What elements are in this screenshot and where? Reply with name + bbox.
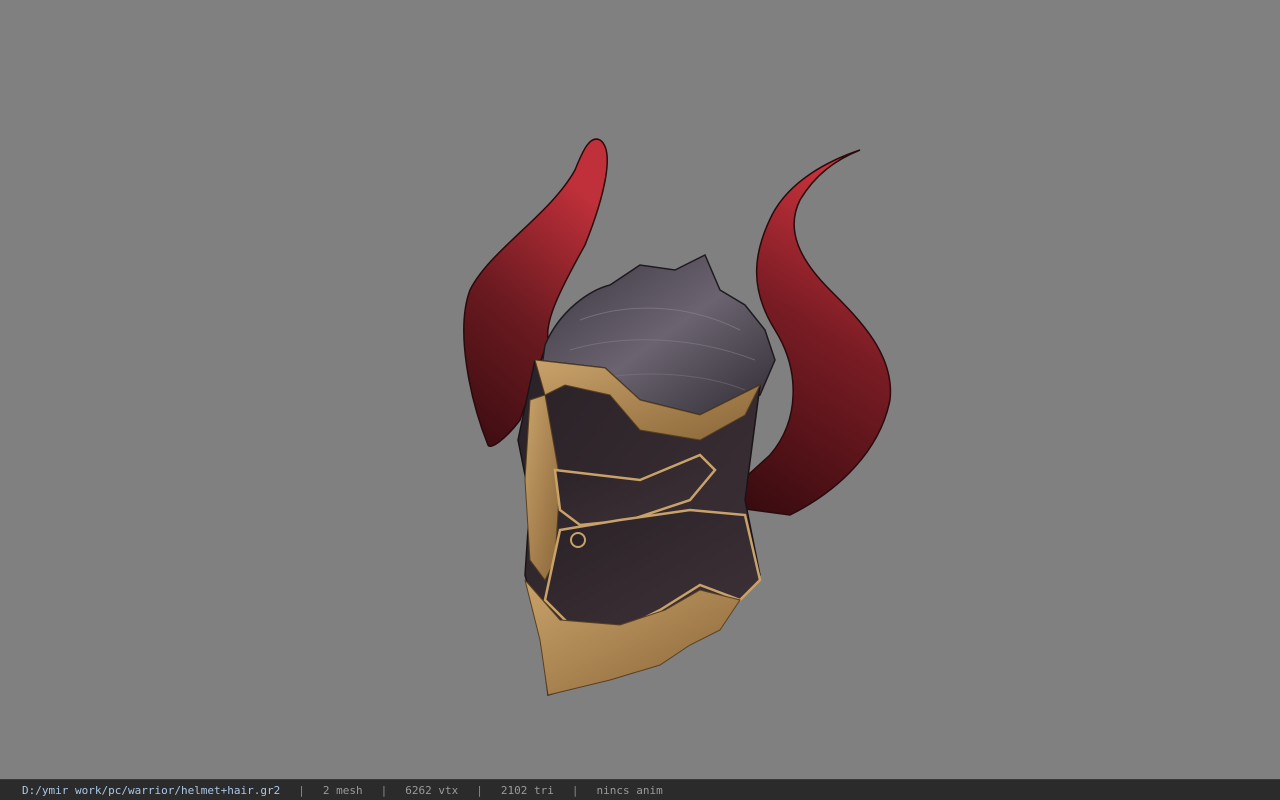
vertex-count: 6262 vtx [405, 783, 459, 797]
file-path: D:/ymir work/pc/warrior/helmet+hair.gr2 [22, 783, 281, 797]
3d-viewport[interactable] [0, 0, 1280, 779]
separator: | [380, 783, 388, 797]
helmet-model[interactable] [0, 0, 1280, 779]
separator: | [298, 783, 305, 797]
separator: | [476, 783, 483, 797]
mesh-count: 2 mesh [322, 783, 363, 797]
status-bar: D:/ymir work/pc/warrior/helmet+hair.gr2 … [0, 779, 1280, 800]
triangle-count: 2102 tri [500, 783, 554, 797]
animation-status: nincs anim [596, 783, 663, 797]
separator: | [571, 783, 579, 797]
